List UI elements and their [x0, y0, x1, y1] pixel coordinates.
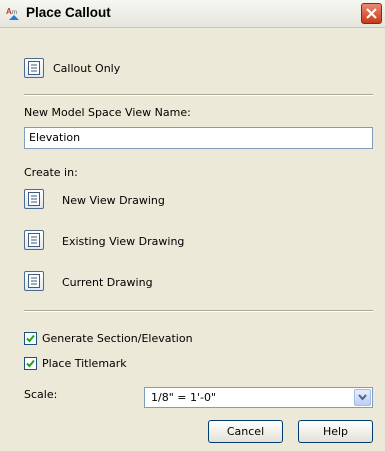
checkmark-icon: [26, 334, 35, 343]
generate-section-checkbox[interactable]: [24, 332, 37, 345]
current-drawing-label[interactable]: Current Drawing: [62, 276, 153, 289]
create-in-label: Create in:: [24, 166, 78, 179]
scale-label: Scale:: [24, 388, 58, 401]
new-view-drawing-icon: [28, 192, 40, 206]
separator: [24, 94, 373, 96]
callout-icon: [28, 61, 40, 75]
cancel-button[interactable]: Cancel: [208, 420, 283, 443]
view-name-field[interactable]: [24, 127, 373, 149]
title-bar[interactable]: A m Place Callout: [0, 0, 385, 28]
dialog-title: Place Callout: [26, 5, 111, 20]
help-button[interactable]: Help: [298, 420, 373, 443]
new-view-drawing-label[interactable]: New View Drawing: [62, 194, 165, 207]
callout-only-label[interactable]: Callout Only: [53, 62, 120, 75]
callout-only-button[interactable]: [24, 58, 44, 78]
existing-view-drawing-button[interactable]: [24, 230, 44, 250]
new-view-drawing-button[interactable]: [24, 189, 44, 209]
view-name-input[interactable]: [29, 131, 359, 144]
current-drawing-icon: [28, 274, 40, 288]
close-button[interactable]: [361, 3, 382, 24]
checkmark-icon: [26, 359, 35, 368]
place-titlemark-label[interactable]: Place Titlemark: [42, 357, 127, 370]
place-callout-dialog: A m Place Callout Callout Only New Model…: [0, 0, 385, 451]
scale-dropdown-button[interactable]: [354, 389, 371, 406]
chevron-down-icon: [358, 394, 367, 401]
svg-text:m: m: [12, 10, 17, 16]
existing-view-drawing-icon: [28, 233, 40, 247]
current-drawing-button[interactable]: [24, 271, 44, 291]
generate-section-label[interactable]: Generate Section/Elevation: [42, 332, 193, 345]
view-name-label: New Model Space View Name:: [24, 106, 191, 119]
autocad-icon: A m: [6, 6, 21, 21]
scale-value: 1/8" = 1'-0": [151, 391, 217, 404]
close-icon: [366, 8, 377, 19]
place-titlemark-checkbox[interactable]: [24, 357, 37, 370]
separator: [24, 310, 373, 312]
scale-select[interactable]: 1/8" = 1'-0": [144, 387, 373, 408]
existing-view-drawing-label[interactable]: Existing View Drawing: [62, 235, 184, 248]
